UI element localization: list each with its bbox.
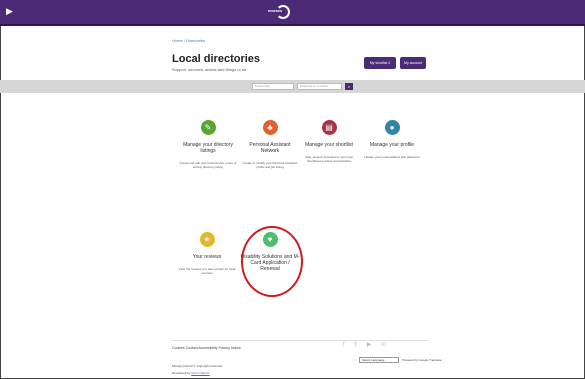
- red-circle-annotation: [241, 226, 303, 297]
- card-description: Create and edit your local service, even…: [179, 161, 237, 169]
- location-search-input[interactable]: Postcode or Location: [297, 83, 342, 90]
- user-icon: ●: [384, 120, 400, 135]
- copyright-text: Moraes Council © Copyright reserved: [172, 364, 223, 368]
- powered-by-text: Powered by Google Translate: [402, 358, 442, 362]
- my-account-button[interactable]: My account: [400, 57, 426, 69]
- card-title[interactable]: Manage your profile: [362, 142, 422, 148]
- window-frame: [0, 0, 585, 379]
- search-bar: Keyword(s) Postcode or Location ⌕: [0, 80, 585, 93]
- facebook-icon[interactable]: f: [343, 342, 345, 348]
- network-icon: ♣: [262, 120, 278, 135]
- card-title[interactable]: Manage your shortlist: [299, 142, 359, 148]
- youtube-icon[interactable]: ▶: [367, 342, 372, 348]
- expand-arrow-icon[interactable]: ▶: [6, 6, 13, 17]
- footer-links[interactable]: Cookies Contact Accessibility Privacy No…: [172, 346, 241, 350]
- developer-link[interactable]: Open Objects: [191, 371, 209, 375]
- card-description: Update your email address and password: [364, 155, 420, 159]
- card-description: View, amend, download or print your shor…: [304, 155, 354, 163]
- twitter-icon[interactable]: 𝕥: [354, 342, 357, 348]
- card-reviews[interactable]: ★ Your reviews View the reviews you have…: [177, 232, 237, 275]
- listing-icon: ✎: [200, 120, 216, 135]
- linkedin-icon[interactable]: in: [381, 342, 386, 348]
- card-title[interactable]: Manage your directory listings: [178, 142, 238, 154]
- page-title: Local directories: [172, 53, 261, 65]
- shortlist-button[interactable]: My shortlist 0: [364, 57, 396, 69]
- logo-text: moraes: [268, 8, 283, 13]
- top-header: ▶ moraes: [0, 0, 585, 26]
- card-shortlist[interactable]: ▤ Manage your shortlist View, amend, dow…: [299, 120, 359, 163]
- keyword-search-input[interactable]: Keyword(s): [252, 83, 294, 90]
- page-subtitle: Support, services, advice and things to …: [172, 67, 247, 72]
- card-manage-listings[interactable]: ✎ Manage your directory listings Create …: [178, 120, 238, 169]
- shortlist-icon: ▤: [321, 120, 337, 135]
- card-profile[interactable]: ● Manage your profile Update your email …: [362, 120, 422, 159]
- card-description: View the reviews you have written for lo…: [178, 267, 236, 275]
- developed-by-label: Developed by: [172, 371, 191, 375]
- card-description: Create or modify your Personal Assistant…: [242, 161, 298, 169]
- language-select[interactable]: Select Language: [359, 357, 399, 363]
- breadcrumb[interactable]: Home / Directories: [172, 38, 205, 43]
- card-title[interactable]: Personal Assistant Network: [240, 142, 300, 154]
- card-personal-assistant[interactable]: ♣ Personal Assistant Network Create or m…: [240, 120, 300, 169]
- star-icon: ★: [199, 232, 215, 247]
- card-title[interactable]: Your reviews: [177, 254, 237, 260]
- council-logo[interactable]: moraes: [268, 4, 292, 22]
- developed-by: Developed by Open Objects: [172, 371, 210, 375]
- social-links: f 𝕥 ▶ in: [343, 341, 394, 348]
- search-icon[interactable]: ⌕: [345, 83, 353, 90]
